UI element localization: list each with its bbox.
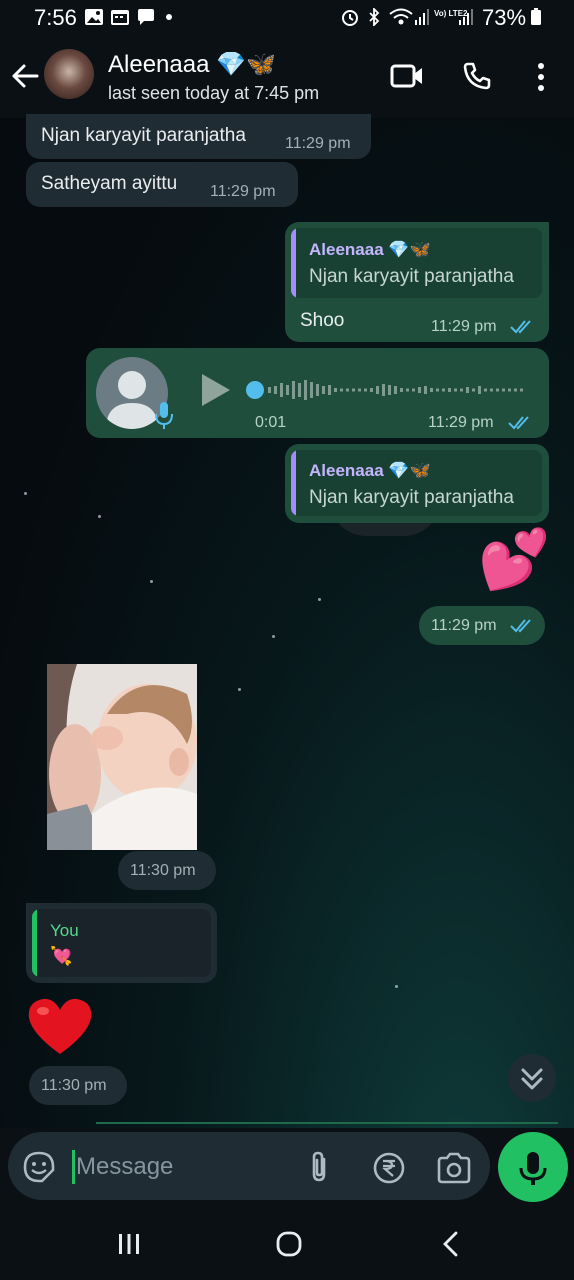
quote-author: Aleenaaa 💎🦋 [309, 461, 431, 480]
back-icon[interactable] [440, 1230, 462, 1258]
battery-percent: 73% [482, 5, 527, 30]
camera-icon[interactable] [436, 1152, 472, 1184]
message-time: 11:29 pm [431, 617, 497, 634]
message-time: 11:29 pm [210, 183, 276, 200]
more-options-icon[interactable] [532, 62, 550, 92]
video-call-icon[interactable] [390, 62, 424, 90]
message-time: 11:30 pm [41, 1077, 107, 1094]
wallpaper-star [318, 598, 321, 601]
microphone-badge-icon [155, 402, 173, 429]
message-text: Njan karyayit paranjatha [41, 125, 246, 146]
read-receipt-icon [510, 619, 531, 633]
message-time: 11:29 pm [431, 318, 497, 335]
bluetooth-icon [369, 8, 380, 26]
status-time: 7:56 [34, 5, 77, 30]
baby-photo[interactable] [47, 664, 197, 850]
attach-icon[interactable] [306, 1150, 332, 1184]
microphone-icon [519, 1152, 547, 1185]
message-time: 11:29 pm [428, 414, 494, 431]
read-receipt-icon [508, 416, 529, 430]
message-time: 11:29 pm [285, 135, 351, 152]
audio-waveform[interactable] [244, 376, 530, 404]
quote-text: 💘 [50, 946, 73, 966]
home-icon[interactable] [275, 1230, 303, 1258]
read-receipt-icon [510, 320, 531, 334]
voice-record-button[interactable] [498, 1132, 568, 1202]
quote-author: Aleenaaa 💎🦋 [309, 240, 431, 259]
signal-icon-2 [459, 9, 473, 25]
back-arrow-icon[interactable] [10, 62, 40, 90]
quote-text: Njan karyayit paranjatha [309, 266, 514, 287]
play-icon[interactable] [198, 372, 232, 408]
contact-name[interactable]: Aleenaaa 💎🦋 [108, 50, 276, 79]
recent-apps-icon[interactable] [116, 1232, 142, 1256]
message-text: Shoo [300, 310, 345, 331]
wallpaper-star [150, 580, 153, 583]
calendar-icon [111, 10, 129, 25]
sticker-emoji-icon[interactable] [22, 1150, 56, 1184]
last-seen-status: last seen today at 7:45 pm [108, 83, 320, 103]
quote-bar [291, 228, 296, 298]
wallpaper-star [395, 985, 398, 988]
wallpaper-star [272, 635, 275, 638]
battery-icon [531, 8, 541, 25]
scroll-to-bottom-button[interactable] [508, 1054, 556, 1102]
voice-call-icon[interactable] [462, 61, 492, 91]
wallpaper-star [24, 492, 27, 495]
message-edge-line [96, 1122, 558, 1124]
more-notifications-dot [166, 14, 172, 20]
contact-avatar[interactable] [44, 49, 94, 99]
heart-emoji[interactable] [26, 996, 94, 1056]
voice-note-duration: 0:01 [255, 414, 287, 431]
hearts-sticker[interactable]: 💕 [478, 528, 550, 592]
wallpaper-star [238, 688, 241, 691]
quote-bar [32, 909, 37, 977]
message-input[interactable] [74, 1146, 298, 1188]
chat-notification-icon [138, 9, 154, 25]
wallpaper-star [98, 515, 101, 518]
baby-photo-image [47, 664, 197, 850]
gallery-icon [85, 9, 103, 25]
message-time: 11:30 pm [130, 862, 196, 879]
wifi-icon [389, 8, 413, 25]
quote-author: You [50, 921, 79, 940]
alarm-icon [342, 10, 358, 26]
double-chevron-down-icon [521, 1068, 543, 1090]
quote-text: Njan karyayit paranjatha [309, 487, 514, 508]
payment-rupee-icon[interactable] [372, 1151, 406, 1185]
signal-icon-1 [415, 9, 429, 25]
quote-bar [291, 450, 296, 516]
message-text: Satheyam ayittu [41, 173, 178, 194]
